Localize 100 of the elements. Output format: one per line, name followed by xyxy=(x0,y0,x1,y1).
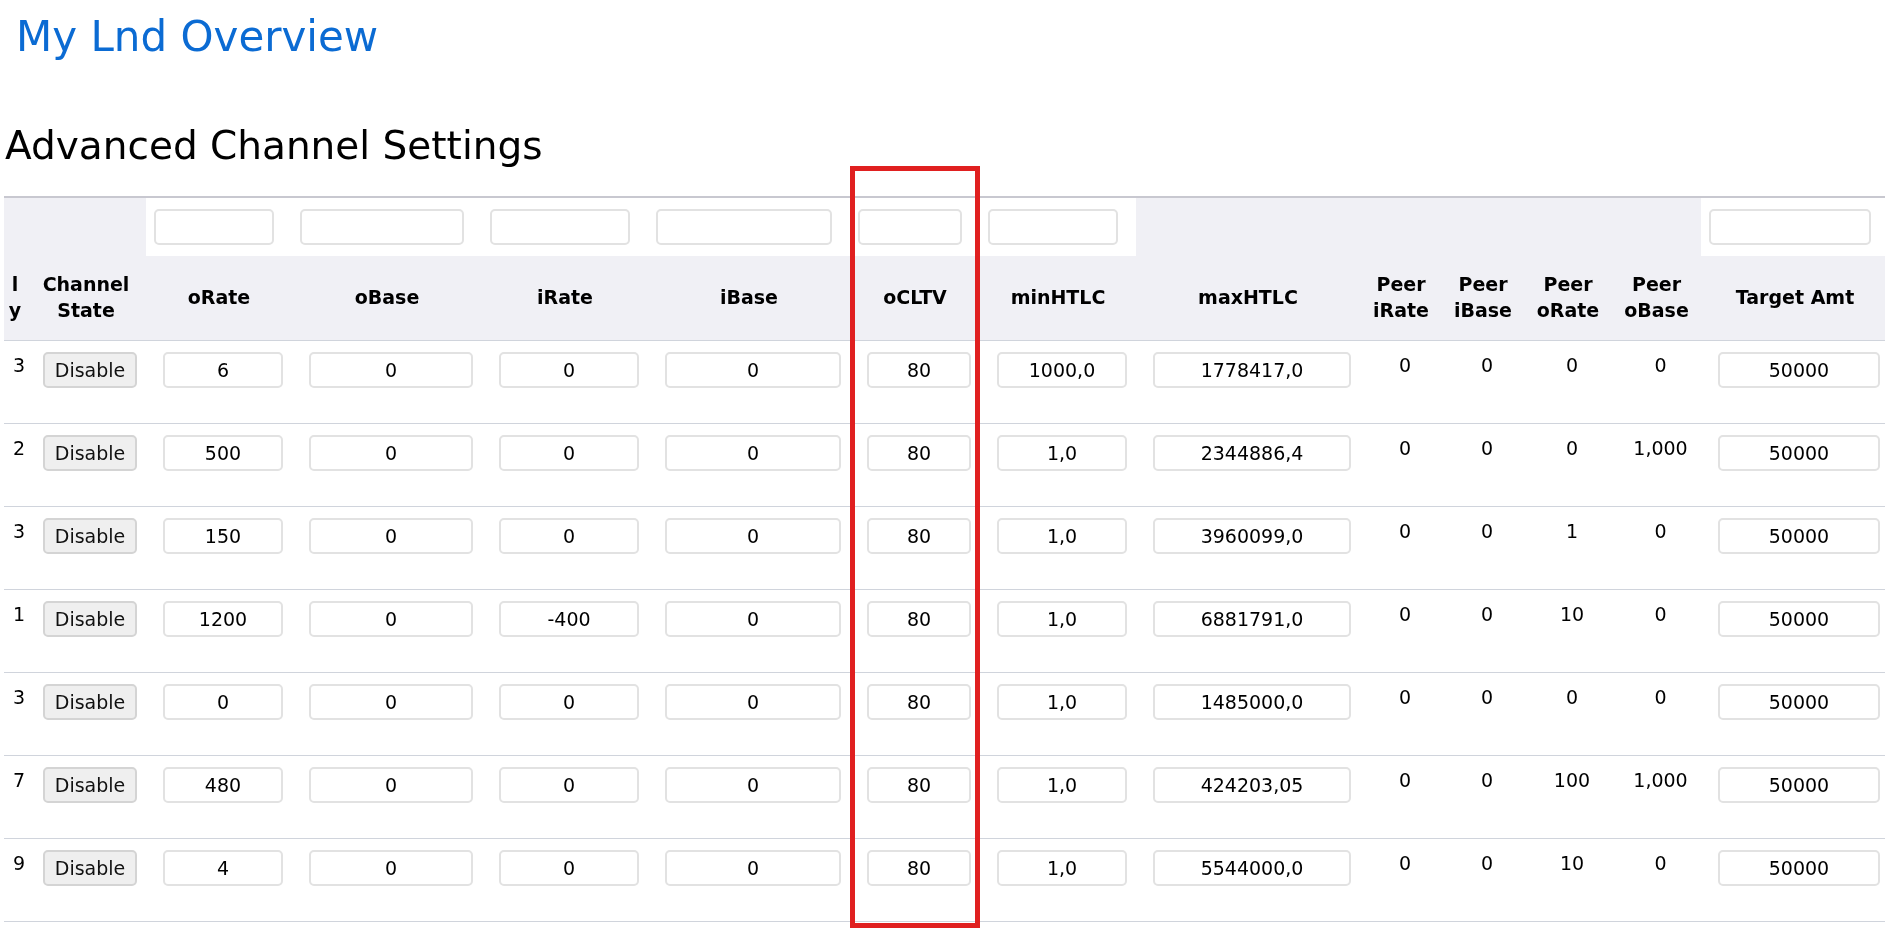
section-title: Advanced Channel Settings xyxy=(4,122,544,170)
value-field[interactable]: 50000 xyxy=(1718,684,1880,720)
value-field[interactable]: 80 xyxy=(867,767,971,803)
value-field[interactable]: 1,0 xyxy=(997,435,1127,471)
value-field[interactable]: 1,0 xyxy=(997,518,1127,554)
table-cell-text: 0 xyxy=(1565,436,1579,459)
table-cell-text: 0 xyxy=(1398,685,1412,708)
value-field[interactable]: 150 xyxy=(163,518,283,554)
table-cell-text: 0 xyxy=(1480,851,1494,874)
value-field[interactable]: 2344886,4 xyxy=(1153,435,1351,471)
disable-button[interactable]: Disable xyxy=(42,518,138,554)
value-field[interactable]: 80 xyxy=(867,601,971,637)
table-cell-text: 0 xyxy=(1398,519,1412,542)
value-field[interactable]: 80 xyxy=(867,684,971,720)
table-cell-text: 10 xyxy=(1559,602,1585,625)
value-field[interactable]: 0 xyxy=(309,518,473,554)
filter-field[interactable] xyxy=(858,209,962,245)
table-cell-text: 0 xyxy=(1654,353,1667,376)
value-field[interactable]: 0 xyxy=(499,435,639,471)
table-cell-text: 0 xyxy=(1480,768,1494,791)
disable-button[interactable]: Disable xyxy=(42,684,138,720)
table-cell-text: 0 xyxy=(1480,353,1494,376)
value-field[interactable]: 0 xyxy=(499,850,639,886)
value-field[interactable]: 50000 xyxy=(1718,352,1880,388)
value-field[interactable]: 0 xyxy=(665,518,841,554)
column-header: l y xyxy=(8,273,22,321)
value-field[interactable]: -400 xyxy=(499,601,639,637)
value-field[interactable]: 4 xyxy=(163,850,283,886)
value-field[interactable]: 0 xyxy=(665,850,841,886)
filter-field[interactable] xyxy=(490,209,630,245)
value-field[interactable]: 0 xyxy=(309,767,473,803)
table-cell-text: 0 xyxy=(1398,851,1412,874)
value-field[interactable]: 0 xyxy=(499,684,639,720)
value-field[interactable]: 0 xyxy=(665,601,841,637)
value-field[interactable]: 1200 xyxy=(163,601,283,637)
value-field[interactable]: 0 xyxy=(309,850,473,886)
column-header: Peer iBase xyxy=(1454,273,1512,321)
table-cell-text: 3 xyxy=(12,353,26,376)
value-field[interactable]: 0 xyxy=(309,435,473,471)
value-field[interactable]: 80 xyxy=(867,518,971,554)
value-field[interactable]: 6881791,0 xyxy=(1153,601,1351,637)
column-header: oCLTV xyxy=(883,286,947,309)
value-field[interactable]: 0 xyxy=(499,518,639,554)
value-field[interactable]: 0 xyxy=(163,684,283,720)
value-field[interactable]: 50000 xyxy=(1718,767,1880,803)
value-field[interactable]: 0 xyxy=(309,352,473,388)
value-field[interactable]: 0 xyxy=(665,435,841,471)
table-cell-text: 0 xyxy=(1565,353,1579,376)
value-field[interactable]: 1485000,0 xyxy=(1153,684,1351,720)
value-field[interactable]: 0 xyxy=(499,352,639,388)
table-cell-text: 0 xyxy=(1654,602,1667,625)
value-field[interactable]: 1778417,0 xyxy=(1153,352,1351,388)
value-field[interactable]: 500 xyxy=(163,435,283,471)
disable-button[interactable]: Disable xyxy=(42,352,138,388)
value-field[interactable]: 80 xyxy=(867,850,971,886)
column-header: oRate xyxy=(187,286,251,309)
disable-button[interactable]: Disable xyxy=(42,850,138,886)
filter-field[interactable] xyxy=(1709,209,1871,245)
filter-field[interactable] xyxy=(300,209,464,245)
value-field[interactable]: 0 xyxy=(309,684,473,720)
value-field[interactable]: 1,0 xyxy=(997,767,1127,803)
value-field[interactable]: 80 xyxy=(867,352,971,388)
column-header: Channel State xyxy=(42,273,130,321)
table-cell-text: 0 xyxy=(1480,685,1494,708)
value-field[interactable]: 50000 xyxy=(1718,435,1880,471)
table-cell-text: 0 xyxy=(1565,685,1579,708)
disable-button[interactable]: Disable xyxy=(42,767,138,803)
value-field[interactable]: 0 xyxy=(309,601,473,637)
value-field[interactable]: 0 xyxy=(665,684,841,720)
value-field[interactable]: 6 xyxy=(163,352,283,388)
filter-field[interactable] xyxy=(988,209,1118,245)
table-cell-text: 3 xyxy=(12,519,26,542)
value-field[interactable]: 1,0 xyxy=(997,601,1127,637)
column-header: maxHTLC xyxy=(1198,286,1298,309)
column-header: iRate xyxy=(537,286,593,309)
value-field[interactable]: 1,0 xyxy=(997,684,1127,720)
value-field[interactable]: 80 xyxy=(867,435,971,471)
value-field[interactable]: 0 xyxy=(665,767,841,803)
disable-button[interactable]: Disable xyxy=(42,601,138,637)
page-title: My Lnd Overview xyxy=(15,11,380,63)
value-field[interactable]: 50000 xyxy=(1718,850,1880,886)
filter-field[interactable] xyxy=(154,209,274,245)
disable-button[interactable]: Disable xyxy=(42,435,138,471)
table-cell-text: 0 xyxy=(1480,602,1494,625)
value-field[interactable]: 480 xyxy=(163,767,283,803)
value-field[interactable]: 1000,0 xyxy=(997,352,1127,388)
table-cell-text: 9 xyxy=(12,851,26,874)
value-field[interactable]: 50000 xyxy=(1718,601,1880,637)
value-field[interactable]: 0 xyxy=(499,767,639,803)
value-field[interactable]: 1,0 xyxy=(997,850,1127,886)
value-field[interactable]: 50000 xyxy=(1718,518,1880,554)
column-header: Peer iRate xyxy=(1373,273,1429,321)
column-header: Target Amt xyxy=(1735,286,1855,309)
value-field[interactable]: 424203,05 xyxy=(1153,767,1351,803)
value-field[interactable]: 5544000,0 xyxy=(1153,850,1351,886)
column-header: Peer oBase xyxy=(1624,273,1689,321)
column-header: minHTLC xyxy=(1010,286,1106,309)
value-field[interactable]: 3960099,0 xyxy=(1153,518,1351,554)
value-field[interactable]: 0 xyxy=(665,352,841,388)
filter-field[interactable] xyxy=(656,209,832,245)
